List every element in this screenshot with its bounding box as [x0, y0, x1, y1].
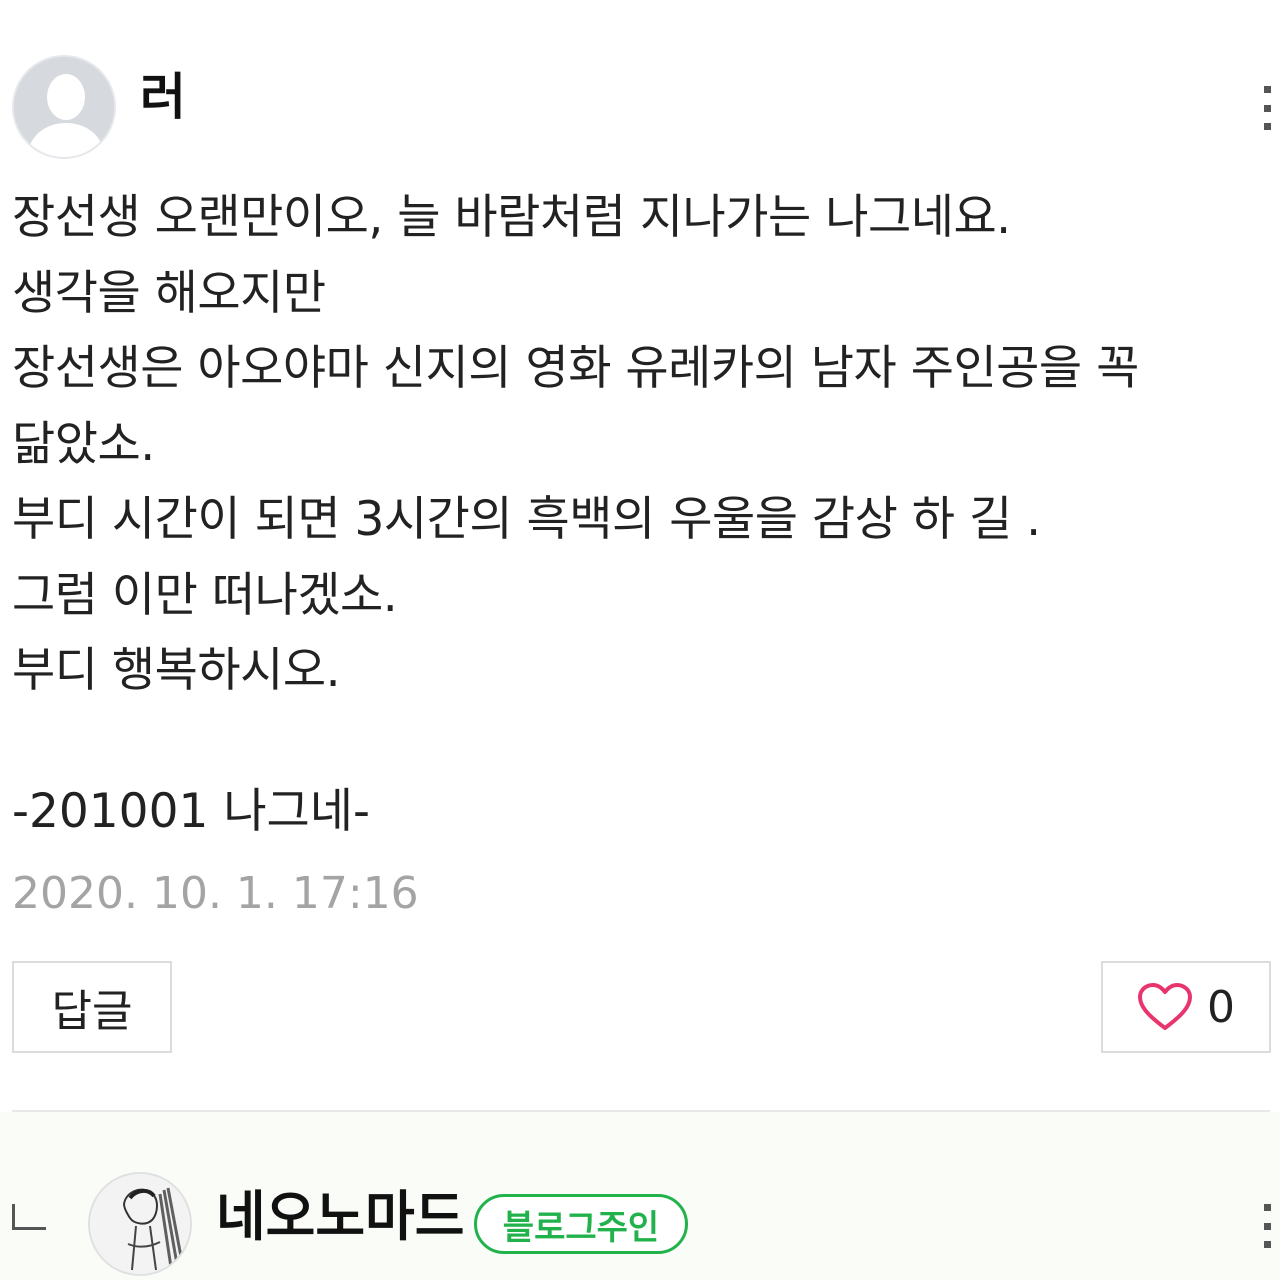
comment-line: 생각을 해오지만 — [12, 265, 326, 321]
comment-body: 장선생 오랜만이오, 늘 바람처럼 지나가는 나그네요. 생각을 해오지만 장선… — [12, 180, 1277, 709]
default-user-icon — [14, 57, 114, 157]
comment-line: 부디 행복하시오. — [12, 643, 341, 698]
sketch-portrait-icon — [90, 1174, 190, 1274]
comment-timestamp: 2020. 10. 1. 17:16 — [12, 868, 419, 919]
avatar[interactable] — [12, 55, 116, 159]
heart-icon — [1138, 983, 1192, 1030]
comment-item: 러 장선생 오랜만이오, 늘 바람처럼 지나가는 나그네요. 생각을 해오지만 … — [0, 0, 1280, 1110]
reply-button[interactable]: 답글 — [12, 961, 172, 1053]
reply-button-label: 답글 — [51, 986, 133, 1037]
comment-line: 장선생 오랜만이오, 늘 바람처럼 지나가는 나그네요. — [12, 190, 1011, 245]
reply-author[interactable]: 네오노마드 — [216, 1190, 464, 1244]
like-count: 0 — [1207, 981, 1235, 1033]
more-options-icon[interactable] — [1258, 86, 1276, 130]
like-button[interactable]: 0 — [1101, 961, 1271, 1053]
comment-line: 닮았소. — [12, 416, 155, 472]
comment-line: 장선생은 아오야마 신지의 영화 유레카의 남자 주인공을 꼭 — [12, 341, 1139, 396]
comment-line: 부디 시간이 되면 3시간의 흑백의 우울을 감상 하 길 . — [12, 492, 1041, 547]
comment-line: 그럼 이만 떠나겠소. — [12, 567, 398, 623]
comment-author[interactable]: 러 — [140, 72, 186, 122]
reply-indent-icon — [12, 1204, 46, 1230]
more-options-icon[interactable] — [1258, 1204, 1276, 1248]
comment-signature: -201001 나그네- — [12, 784, 370, 839]
reply-avatar[interactable] — [88, 1172, 192, 1276]
blog-owner-badge: 블로그주인 — [474, 1194, 688, 1254]
